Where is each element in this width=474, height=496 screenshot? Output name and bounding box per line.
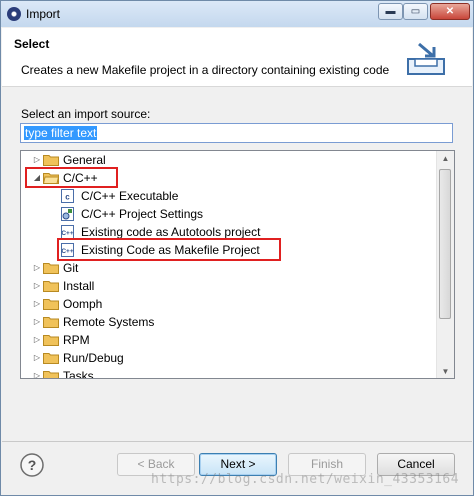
tree-category-item[interactable]: ▷ Git — [21, 259, 435, 277]
tree-category-item[interactable]: ▷ Oomph — [21, 295, 435, 313]
import-wizard-icon — [407, 42, 445, 75]
folder-icon — [43, 335, 59, 346]
tree-item-label: C/C++ Executable — [81, 189, 179, 203]
project-settings-icon — [61, 207, 74, 221]
folder-icon — [43, 371, 59, 378]
help-icon[interactable]: ? — [19, 452, 45, 478]
folder-icon — [43, 263, 59, 274]
page-title: Select — [14, 37, 50, 51]
collapsed-arrow-icon[interactable]: ▷ — [32, 367, 42, 378]
page-description: Creates a new Makefile project in a dire… — [21, 63, 390, 77]
tree-category-item[interactable]: ▷ RPM — [21, 331, 435, 349]
close-button[interactable]: ✕ — [430, 3, 470, 20]
eclipse-icon — [7, 7, 21, 21]
tree-item-label: C/C++ Project Settings — [81, 207, 204, 221]
watermark: https://blog.csdn.net/weixin_43353164 — [151, 472, 460, 487]
title-bar[interactable]: Import ▬ ▭ ✕ — [1, 1, 473, 27]
collapsed-arrow-icon[interactable]: ▷ — [32, 295, 42, 313]
footer-divider — [2, 441, 472, 442]
import-dialog: Import ▬ ▭ ✕ Select Creates a new Makefi… — [0, 0, 474, 496]
filter-text: type filter text — [24, 126, 98, 140]
folder-icon — [43, 281, 59, 292]
wizard-header: Select Creates a new Makefile project in… — [2, 28, 472, 87]
cpp-file-icon: C++ — [61, 225, 74, 239]
tree-category-item[interactable]: ▷ Remote Systems — [21, 313, 435, 331]
svg-text:?: ? — [28, 457, 37, 473]
folder-icon — [43, 317, 59, 328]
tree-item-label: Run/Debug — [63, 351, 124, 365]
scroll-up-arrow-icon[interactable]: ▲ — [441, 154, 450, 163]
scroll-thumb[interactable] — [439, 169, 451, 319]
tree-category-item[interactable]: ▷ Run/Debug — [21, 349, 435, 367]
tree-scrollbar[interactable]: ▲ ▼ — [436, 151, 454, 378]
collapsed-arrow-icon[interactable]: ▷ — [32, 277, 42, 295]
collapsed-arrow-icon[interactable]: ▷ — [32, 259, 42, 277]
collapsed-arrow-icon[interactable]: ▷ — [32, 313, 42, 331]
tree-leaf-item[interactable]: C/C++ Project Settings — [21, 205, 435, 223]
import-source-tree[interactable]: ▲ ▼ ▷ General ◢ C/C++ c C/C++ Executable C/C++… — [20, 150, 455, 379]
collapsed-arrow-icon[interactable]: ▷ — [32, 349, 42, 367]
filter-input[interactable]: type filter text — [20, 123, 453, 143]
tree-item-label: RPM — [63, 333, 90, 347]
folder-icon — [43, 353, 59, 364]
folder-icon — [43, 299, 59, 310]
svg-text:C++: C++ — [61, 230, 73, 237]
tree-item-label: Oomph — [63, 297, 103, 311]
tree-item-label: Remote Systems — [63, 315, 155, 329]
tree-item-label: Tasks — [63, 369, 94, 379]
highlight-box — [57, 238, 281, 261]
window-title: Import — [26, 7, 61, 21]
tree-category-item[interactable]: ▷ Install — [21, 277, 435, 295]
scroll-down-arrow-icon[interactable]: ▼ — [441, 367, 450, 376]
tree-item-label: Git — [63, 261, 79, 275]
c-file-icon: c — [61, 189, 74, 203]
tree-item-label: Install — [63, 279, 95, 293]
tree-category-item[interactable]: ▷ Tasks — [21, 367, 435, 379]
collapsed-arrow-icon[interactable]: ▷ — [32, 331, 42, 349]
tree-leaf-item[interactable]: c C/C++ Executable — [21, 187, 435, 205]
minimize-button[interactable]: ▬ — [378, 3, 403, 20]
folder-icon — [43, 155, 59, 166]
highlight-box — [25, 167, 118, 188]
import-source-label: Select an import source: — [21, 107, 151, 121]
maximize-button[interactable]: ▭ — [403, 3, 428, 20]
svg-text:c: c — [65, 193, 70, 202]
